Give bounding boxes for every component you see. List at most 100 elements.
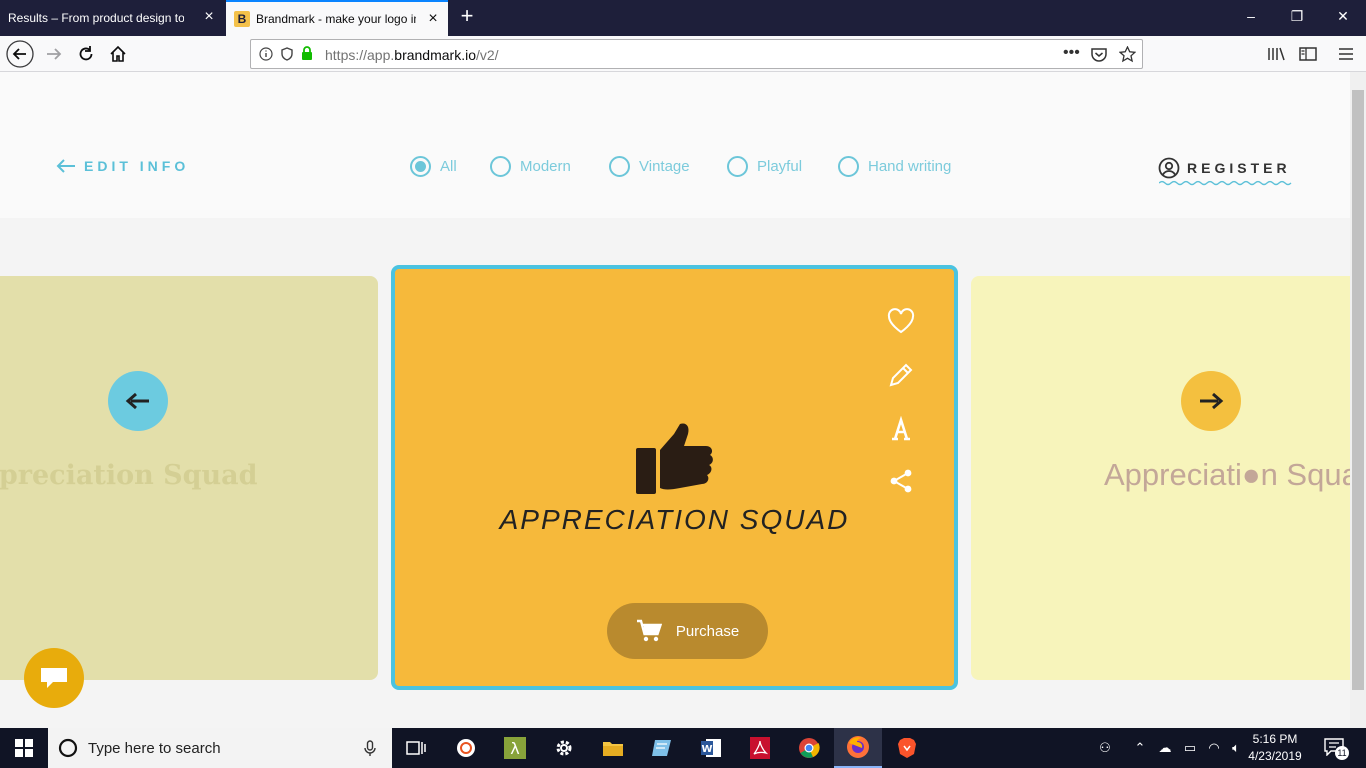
favorite-heart-icon[interactable] xyxy=(886,306,916,336)
windows-taskbar: Type here to search λ W ⚇ ⌃ ☁ ▭ ◠ 🔈︎ 5:1… xyxy=(0,728,1366,768)
page-scrollbar[interactable] xyxy=(1350,72,1366,728)
thumbs-up-logo-icon xyxy=(636,423,713,494)
battery-icon[interactable]: ▭ xyxy=(1181,740,1199,756)
style-option-hand-writing[interactable]: Hand writing xyxy=(838,156,951,177)
browser-tab-bar: Results – From product design to d × B B… xyxy=(0,0,1366,36)
radio-icon xyxy=(609,156,630,177)
arrow-left-icon xyxy=(125,392,149,410)
svg-text:λ: λ xyxy=(510,739,519,758)
microphone-icon xyxy=(364,740,376,756)
onedrive-cloud-icon[interactable]: ☁ xyxy=(1156,740,1174,756)
edit-info-link[interactable]: EDIT INFO xyxy=(56,158,189,174)
chat-button[interactable] xyxy=(24,648,84,708)
notepad-icon xyxy=(652,740,671,756)
windows-logo-icon xyxy=(15,739,33,757)
radio-icon xyxy=(838,156,859,177)
lock-icon xyxy=(302,46,312,60)
taskbar-app-acrobat[interactable] xyxy=(736,728,784,768)
home-icon xyxy=(110,45,126,62)
sidebar-button[interactable] xyxy=(1294,40,1322,68)
font-icon[interactable] xyxy=(886,414,916,444)
browser-nav-bar: https://app.brandmark.io/v2/ ••• xyxy=(0,36,1366,72)
bookmark-star-icon xyxy=(1119,46,1136,63)
previous-logo-name: ppreciation Squad xyxy=(0,460,258,491)
style-option-playful[interactable]: Playful xyxy=(727,156,802,177)
edit-pencil-icon[interactable] xyxy=(886,360,916,390)
taskbar-app-ubuntu[interactable] xyxy=(442,728,490,768)
gear-icon xyxy=(556,740,572,756)
library-icon xyxy=(1268,47,1285,61)
url-bar[interactable]: https://app.brandmark.io/v2/ ••• xyxy=(250,39,1143,69)
clock-time: 5:16 PM xyxy=(1252,732,1298,746)
taskbar-app-notes[interactable] xyxy=(638,728,686,768)
chevron-up-icon[interactable]: ⌃ xyxy=(1131,740,1149,756)
edit-info-label: EDIT INFO xyxy=(84,158,190,174)
arrow-right-icon xyxy=(1200,392,1224,410)
tab-brandmark[interactable]: B Brandmark - make your logo in × xyxy=(226,0,448,36)
forward-button[interactable] xyxy=(40,40,68,68)
brandmark-favicon: B xyxy=(234,11,250,27)
minimize-button[interactable]: – xyxy=(1228,0,1274,32)
people-icon[interactable]: ⚇ xyxy=(1096,740,1114,756)
purchase-button[interactable]: Purchase xyxy=(607,603,768,659)
start-button[interactable] xyxy=(0,728,48,768)
taskbar-app-lambda[interactable]: λ xyxy=(491,728,539,768)
previous-logo-button[interactable] xyxy=(108,371,168,431)
taskbar-app-firefox[interactable] xyxy=(834,728,882,768)
word-icon: W xyxy=(701,739,721,757)
style-label: Vintage xyxy=(639,158,690,175)
new-tab-button[interactable]: + xyxy=(456,4,478,30)
style-option-vintage[interactable]: Vintage xyxy=(609,156,690,177)
pocket-icon xyxy=(1091,48,1107,62)
arrow-left-icon xyxy=(56,159,75,173)
page-actions-icon[interactable]: ••• xyxy=(1063,44,1080,62)
menu-button[interactable] xyxy=(1332,40,1360,68)
sidebar-icon xyxy=(1299,47,1317,61)
home-button[interactable] xyxy=(104,40,132,68)
wavy-underline xyxy=(1159,180,1292,186)
notification-count-badge: 11 xyxy=(1335,746,1349,760)
hamburger-icon xyxy=(1339,48,1353,60)
style-label: Playful xyxy=(757,158,803,175)
restore-button[interactable]: ❐ xyxy=(1274,0,1320,32)
shield-icon xyxy=(281,47,293,61)
tab-results[interactable]: Results – From product design to d × xyxy=(0,0,224,36)
notification-center-button[interactable]: 11 xyxy=(1324,738,1349,760)
url-text: https://app.brandmark.io/v2/ xyxy=(325,47,499,63)
share-icon[interactable] xyxy=(886,466,916,496)
taskbar-clock[interactable]: 5:16 PM 4/23/2019 xyxy=(1240,731,1310,765)
taskbar-app-settings[interactable] xyxy=(540,728,588,768)
taskbar-search-box[interactable]: Type here to search xyxy=(48,728,392,768)
style-option-all[interactable]: All xyxy=(410,156,457,177)
next-logo-button[interactable] xyxy=(1181,371,1241,431)
style-label: Modern xyxy=(520,158,571,175)
page-content: EDIT INFO All Modern Vintage Playful Han… xyxy=(0,72,1350,728)
logo-name: APPRECIATION SQUAD xyxy=(499,504,850,535)
scrollbar-thumb[interactable] xyxy=(1352,90,1364,690)
taskbar-app-chrome[interactable] xyxy=(785,728,833,768)
register-link[interactable]: REGISTER xyxy=(1158,157,1291,179)
taskbar-app-brave[interactable] xyxy=(883,728,931,768)
back-button[interactable] xyxy=(6,40,34,68)
window-close-button[interactable]: ✕ xyxy=(1320,0,1366,32)
cart-icon xyxy=(636,619,662,642)
forward-arrow-icon xyxy=(47,48,62,60)
chrome-icon xyxy=(799,738,820,758)
taskbar-app-file-explorer[interactable] xyxy=(589,728,637,768)
register-label: REGISTER xyxy=(1187,160,1291,176)
pdf-icon xyxy=(750,737,770,759)
style-option-modern[interactable]: Modern xyxy=(490,156,571,177)
task-view-button[interactable] xyxy=(392,728,440,768)
search-placeholder: Type here to search xyxy=(88,739,221,757)
cortana-icon xyxy=(58,738,78,758)
chat-bubble-icon xyxy=(41,668,67,688)
taskbar-app-word[interactable]: W xyxy=(687,728,735,768)
user-icon xyxy=(1158,157,1180,179)
close-icon[interactable]: × xyxy=(426,11,440,27)
library-button[interactable] xyxy=(1262,40,1290,68)
style-label: All xyxy=(440,158,457,175)
wifi-icon[interactable]: ◠ xyxy=(1205,740,1223,756)
close-icon[interactable]: × xyxy=(202,9,216,25)
radio-selected-icon xyxy=(410,156,431,177)
reload-button[interactable] xyxy=(72,40,100,68)
